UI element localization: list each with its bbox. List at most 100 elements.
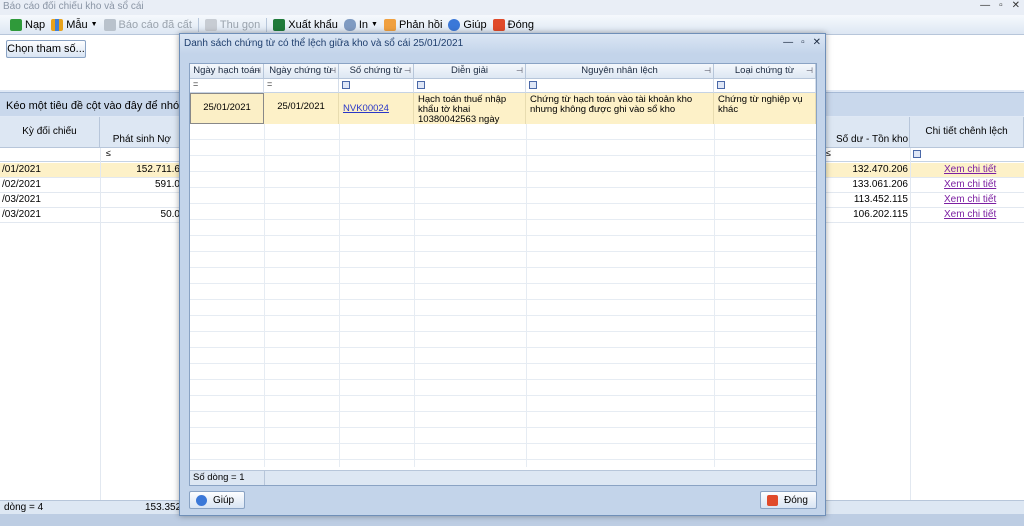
dialog-controls: — ▫ ✕ xyxy=(783,37,821,48)
dialog-title: Danh sách chứng từ có thể lệch giữa kho … xyxy=(184,38,464,49)
close-label: Đóng xyxy=(507,18,534,31)
maximize-icon[interactable]: ▫ xyxy=(801,37,805,48)
template-label: Mẫu xyxy=(66,18,88,31)
choose-parameters-button[interactable]: Chọn tham số... xyxy=(6,40,86,58)
cell-stock: 106.202.115 xyxy=(853,209,908,220)
pin-icon[interactable]: ⊣ xyxy=(704,64,711,78)
view-detail-link[interactable]: Xem chi tiết xyxy=(944,193,996,207)
window-title-bar: Báo cáo đối chiếu kho và sổ cái — ▫ ✕ xyxy=(0,0,1024,15)
help-icon xyxy=(196,494,207,506)
pin-icon[interactable]: ⊣ xyxy=(254,64,261,78)
saved-reports-button[interactable]: Báo cáo đã cất xyxy=(103,18,192,31)
close-button[interactable]: Đóng xyxy=(492,18,534,31)
help-icon xyxy=(448,18,461,31)
voucher-grid: Ngày hạch toán ⊣ Ngày chứng từ ⊣ Số chứn… xyxy=(189,63,817,486)
minimize-icon[interactable]: — xyxy=(980,0,990,11)
filter-cell-voucher-type[interactable] xyxy=(714,79,816,93)
refresh-button[interactable]: Nạp xyxy=(10,18,46,31)
column-header-voucher-date[interactable]: Ngày chứng từ ⊣ xyxy=(264,64,339,79)
filter-cell-voucher-date[interactable]: = xyxy=(264,79,339,93)
cell-debit: 50.0 xyxy=(160,209,180,220)
cell-stock: 113.452.115 xyxy=(853,194,908,205)
column-header-voucher-no[interactable]: Số chứng từ ⊣ xyxy=(339,64,414,79)
excel-icon xyxy=(273,18,286,31)
column-header-reason[interactable]: Nguyên nhân lệch ⊣ xyxy=(526,64,714,79)
printer-icon xyxy=(343,18,356,31)
dialog-title-bar[interactable]: Danh sách chứng từ có thể lệch giữa kho … xyxy=(180,34,825,54)
cell-voucher-date[interactable]: 25/01/2021 xyxy=(264,93,339,124)
filter-cell-posting-date[interactable]: = xyxy=(190,79,264,93)
view-detail-link[interactable]: Xem chi tiết xyxy=(944,163,996,177)
table-row[interactable]: /02/2021 591.0 xyxy=(0,178,180,193)
cell-posting-date[interactable]: 25/01/2021 xyxy=(190,93,264,124)
table-row[interactable]: 106.202.115 Xem chi tiết xyxy=(826,208,1024,223)
table-row[interactable]: 25/01/2021 25/01/2021 NVK00024 Hạch toán… xyxy=(190,93,816,124)
table-row[interactable]: /03/2021 xyxy=(0,193,180,208)
refresh-label: Nạp xyxy=(25,18,46,31)
pin-icon[interactable]: ⊣ xyxy=(329,64,336,78)
column-header-voucher-type[interactable]: Loại chứng từ ⊣ xyxy=(714,64,816,79)
power-icon xyxy=(492,18,505,31)
export-button[interactable]: Xuất khẩu xyxy=(273,18,338,31)
template-button[interactable]: Mẫu ▼ xyxy=(51,18,98,31)
view-detail-link[interactable]: Xem chi tiết xyxy=(944,208,996,222)
filter-operator[interactable]: ≤ xyxy=(106,148,111,158)
restore-icon[interactable]: ▫ xyxy=(999,0,1003,11)
filter-operator[interactable]: ≤ xyxy=(826,148,831,158)
table-row[interactable]: 113.452.115 Xem chi tiết xyxy=(826,193,1024,208)
view-detail-link[interactable]: Xem chi tiết xyxy=(944,178,996,192)
table-row[interactable]: /03/2021 50.0 xyxy=(0,208,180,223)
filter-icon[interactable] xyxy=(913,150,921,158)
filter-operator[interactable]: = xyxy=(267,79,272,89)
close-window-icon[interactable]: ✕ xyxy=(1012,0,1020,11)
filter-icon[interactable] xyxy=(717,81,725,89)
column-header-stock[interactable]: Số dư - Tồn kho xyxy=(826,117,910,148)
column-divider xyxy=(414,124,415,467)
cell-stock: 133.061.206 xyxy=(852,179,908,190)
help-button[interactable]: Giúp xyxy=(189,491,245,509)
cell-description[interactable]: Hạch toán thuế nhập khẩu tờ khai 1038004… xyxy=(414,93,526,124)
pin-icon[interactable]: ⊣ xyxy=(404,64,411,78)
cell-voucher-no[interactable]: NVK00024 xyxy=(339,93,414,124)
filter-icon[interactable] xyxy=(529,81,537,89)
print-button[interactable]: In ▼ xyxy=(343,18,378,31)
column-header-posting-date[interactable]: Ngày hạch toán ⊣ xyxy=(190,64,264,79)
pin-icon[interactable]: ⊣ xyxy=(806,64,813,78)
table-row[interactable]: /01/2021 152.711.6 xyxy=(0,163,180,178)
column-header-detail[interactable]: Chi tiết chênh lệch xyxy=(910,117,1024,148)
table-row[interactable]: 132.470.206 Xem chi tiết xyxy=(826,163,1024,178)
table-row[interactable]: 133.061.206 Xem chi tiết xyxy=(826,178,1024,193)
cell-reason[interactable]: Chứng từ hạch toán vào tài khoản kho như… xyxy=(526,93,714,124)
chevron-down-icon[interactable]: ▼ xyxy=(91,21,98,28)
feedback-button[interactable]: Phản hồi xyxy=(383,18,442,31)
refresh-icon xyxy=(10,18,22,31)
header-detail-label: Chi tiết chênh lệch xyxy=(925,126,1008,137)
filter-operator[interactable]: = xyxy=(193,79,198,89)
cell-voucher-type[interactable]: Chứng từ nghiệp vụ khác xyxy=(714,93,816,124)
voucher-link[interactable]: NVK00024 xyxy=(343,103,389,114)
power-icon xyxy=(767,494,778,506)
cell-stock: 132.470.206 xyxy=(852,164,908,175)
chevron-down-icon[interactable]: ▼ xyxy=(371,21,378,28)
help-button[interactable]: Giúp xyxy=(448,18,487,31)
filter-cell-reason[interactable] xyxy=(526,79,714,93)
row-count: Số dòng = 1 xyxy=(190,471,265,485)
filter-cell-description[interactable] xyxy=(414,79,526,93)
pin-icon[interactable]: ⊣ xyxy=(516,64,523,78)
close-dialog-button[interactable]: Đóng xyxy=(760,491,817,509)
collapse-button[interactable]: Thu gọn xyxy=(204,18,261,31)
filter-cell-voucher-no[interactable] xyxy=(339,79,414,93)
minimize-icon[interactable]: — xyxy=(783,37,793,48)
column-divider xyxy=(339,124,340,467)
filter-icon[interactable] xyxy=(417,81,425,89)
column-header-debit[interactable]: Phát sinh Nợ xyxy=(100,117,180,148)
help-label: Giúp xyxy=(463,18,487,31)
window-controls: — ▫ ✕ xyxy=(980,0,1020,11)
close-icon[interactable]: ✕ xyxy=(813,37,821,48)
column-header-period[interactable]: Kỳ đối chiếu xyxy=(0,117,100,148)
filter-icon[interactable] xyxy=(342,81,350,89)
filter-row: ≤ xyxy=(0,148,180,162)
collapse-label: Thu gọn xyxy=(219,18,261,31)
help-button-label: Giúp xyxy=(213,494,235,506)
column-header-description[interactable]: Diễn giải ⊣ xyxy=(414,64,526,79)
